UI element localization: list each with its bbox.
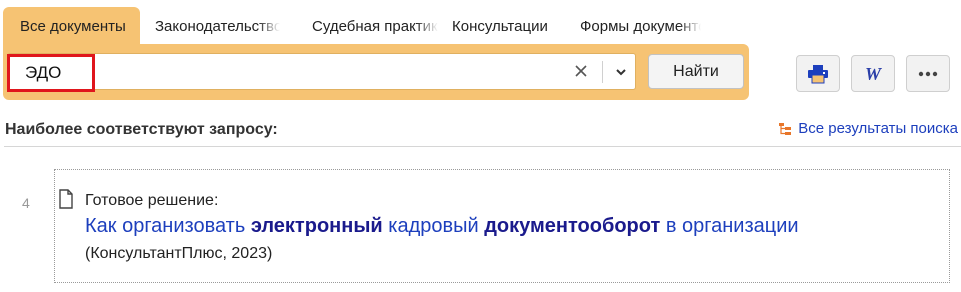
all-results-link[interactable]: Все результаты поиска (778, 120, 958, 137)
printer-icon (808, 64, 828, 83)
chevron-down-icon (616, 69, 626, 76)
results-divider (4, 146, 961, 147)
more-dots-icon (918, 71, 938, 76)
search-panel: Найти (3, 44, 749, 100)
search-tabs: Все документы Законодательство Судебная … (3, 7, 701, 45)
search-input[interactable] (25, 63, 545, 83)
result-type: Готовое решение: (85, 192, 219, 209)
close-icon (575, 65, 587, 77)
title-part: в организации (660, 215, 799, 237)
search-divider (602, 61, 603, 83)
title-part: Как организовать (85, 215, 251, 237)
more-actions-button[interactable] (906, 55, 950, 92)
svg-text:W: W (865, 65, 883, 83)
title-part: кадровый (382, 215, 485, 237)
tab-all-documents[interactable]: Все документы (3, 7, 140, 45)
clear-search-button[interactable] (568, 60, 594, 84)
tree-list-icon (779, 122, 792, 135)
export-word-button[interactable]: W (851, 55, 895, 92)
title-part-bold: документооборот (484, 215, 661, 237)
tab-document-forms[interactable]: Формы документов (566, 7, 701, 45)
search-history-dropdown[interactable] (608, 60, 634, 84)
all-results-label: Все результаты поиска (798, 120, 958, 137)
tab-court-practice[interactable]: Судебная практика (280, 7, 438, 45)
find-button[interactable]: Найти (648, 54, 744, 89)
result-number: 4 (22, 195, 30, 211)
title-part-bold: электронный (250, 215, 383, 237)
results-heading: Наиболее соответствуют запросу: (5, 121, 278, 138)
search-query-highlight (7, 54, 95, 92)
result-title-link[interactable]: Как организовать электронный кадровый до… (85, 215, 799, 238)
word-export-icon: W (865, 65, 883, 83)
search-box (7, 53, 636, 90)
print-button[interactable] (796, 55, 840, 92)
tab-consultations[interactable]: Консультации (438, 7, 566, 45)
result-source: (КонсультантПлюс, 2023) (85, 245, 273, 262)
tab-legislation[interactable]: Законодательство (140, 7, 280, 45)
document-icon (59, 189, 73, 209)
